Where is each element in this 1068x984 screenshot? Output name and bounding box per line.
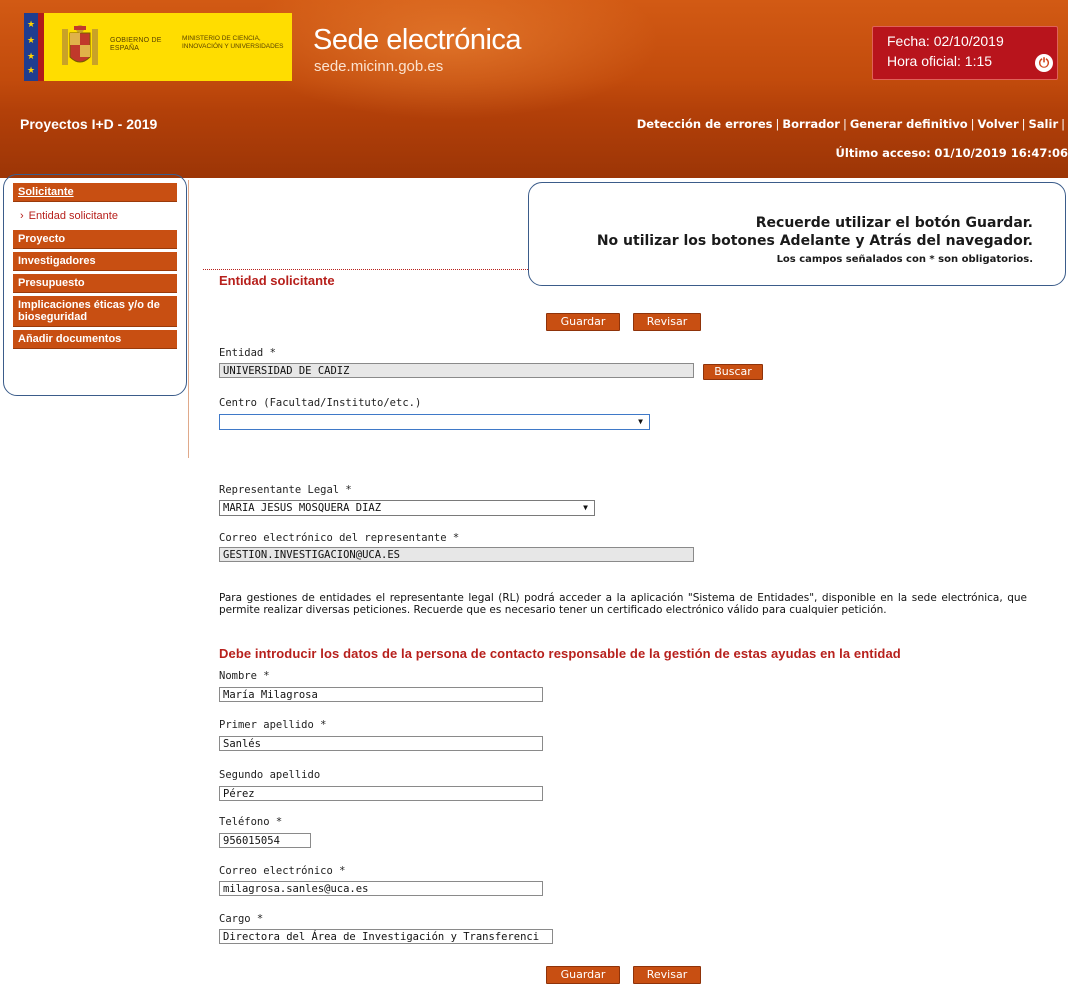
top-navigation: Detección de errores | Borrador | Generar de… bbox=[620, 117, 1068, 131]
last-access-value: 01/10/2019 16:47:06 bbox=[934, 146, 1068, 160]
telefono-label: Teléfono * bbox=[219, 816, 283, 828]
notice-required-fields: Los campos señalados con * son obligator… bbox=[776, 254, 1033, 265]
header-glow bbox=[240, 0, 660, 120]
sidebar-item-implicaciones[interactable]: Implicaciones éticas y/o de bioseguridad bbox=[13, 296, 177, 327]
correo-label: Correo electrónico * bbox=[219, 865, 346, 877]
gobierno-label: GOBIERNO DE ESPAÑA bbox=[110, 37, 162, 52]
star-icon: ★ bbox=[27, 65, 36, 75]
entidad-label: Entidad * bbox=[219, 347, 276, 359]
notice-save-reminder: Recuerde utilizar el botón Guardar. bbox=[755, 215, 1033, 231]
representante-select-value: MARIA JESUS MOSQUERA DIAZ bbox=[223, 502, 382, 514]
dropdown-arrow-icon: ▼ bbox=[583, 503, 588, 512]
nombre-label: Nombre * bbox=[219, 670, 270, 682]
save-button-bottom[interactable]: Guardar bbox=[546, 966, 620, 984]
review-button-bottom[interactable]: Revisar bbox=[633, 966, 701, 984]
entidad-field[interactable]: UNIVERSIDAD DE CADIZ bbox=[219, 363, 694, 378]
last-access: Último acceso: 01/10/2019 16:47:06 bbox=[700, 146, 1068, 160]
nombre-field[interactable]: María Milagrosa bbox=[219, 687, 543, 702]
representante-label: Representante Legal * bbox=[219, 484, 352, 496]
nav-generate-final[interactable]: Generar definitivo bbox=[850, 117, 968, 131]
primer-apellido-field[interactable]: Sanlés bbox=[219, 736, 543, 751]
power-icon[interactable]: ⏻ bbox=[1035, 54, 1053, 72]
sidebar-item-entidad-solicitante[interactable]: Entidad solicitante bbox=[13, 205, 177, 230]
info-paragraph: Para gestiones de entidades el represent… bbox=[219, 592, 1027, 616]
time-label: Hora oficial: 1:15 bbox=[887, 53, 993, 69]
correo-field[interactable]: milagrosa.sanles@uca.es bbox=[219, 881, 543, 896]
site-url: sede.micinn.gob.es bbox=[314, 58, 444, 75]
sidebar-item-documentos[interactable]: Añadir documentos bbox=[13, 330, 177, 349]
date-label: Fecha: 02/10/2019 bbox=[887, 33, 1004, 49]
sidebar-item-investigadores[interactable]: Investigadores bbox=[13, 252, 177, 271]
eu-flag-icon: ★ ★ ★ ★ bbox=[24, 13, 38, 81]
star-icon: ★ bbox=[27, 35, 36, 45]
government-logo-block: ★ ★ ★ ★ GOBIERNO DE ESPAÑA MINISTERIO DE… bbox=[24, 13, 292, 81]
sidebar-item-proyecto[interactable]: Proyecto bbox=[13, 230, 177, 249]
contact-section-title: Debe introducir los datos de la persona … bbox=[219, 646, 901, 661]
page-header: ★ ★ ★ ★ GOBIERNO DE ESPAÑA MINISTERIO DE… bbox=[0, 0, 1068, 178]
notice-box: Recuerde utilizar el botón Guardar. No u… bbox=[528, 182, 1066, 286]
nav-exit[interactable]: Salir bbox=[1029, 117, 1059, 131]
nav-separator: | bbox=[1021, 117, 1026, 131]
nav-separator: | bbox=[1061, 117, 1065, 131]
official-time-box: Fecha: 02/10/2019 Hora oficial: 1:15 ⏻ bbox=[872, 26, 1058, 80]
representante-select[interactable]: MARIA JESUS MOSQUERA DIAZ ▼ bbox=[219, 500, 595, 516]
nav-draft[interactable]: Borrador bbox=[782, 117, 840, 131]
last-access-label: Último acceso: bbox=[835, 146, 931, 160]
review-button-top[interactable]: Revisar bbox=[633, 313, 701, 331]
segundo-apellido-field[interactable]: Pérez bbox=[219, 786, 543, 801]
sidebar-item-solicitante[interactable]: Solicitante bbox=[13, 183, 177, 202]
section-title: Entidad solicitante bbox=[219, 273, 335, 288]
primer-apellido-label: Primer apellido * bbox=[219, 719, 327, 731]
nav-back[interactable]: Volver bbox=[978, 117, 1019, 131]
ministerio-label: MINISTERIO DE CIENCIA, INNOVACIÓN Y UNIV… bbox=[182, 35, 284, 50]
nav-error-detection[interactable]: Detección de errores bbox=[637, 117, 773, 131]
centro-label: Centro (Facultad/Instituto/etc.) bbox=[219, 397, 422, 409]
sidebar: Solicitante Entidad solicitante Proyecto… bbox=[13, 183, 177, 352]
notice-browser-warning: No utilizar los botones Adelante y Atrás… bbox=[596, 233, 1033, 249]
site-title: Sede electrónica bbox=[313, 24, 522, 56]
section-divider bbox=[203, 269, 528, 270]
dropdown-arrow-icon: ▼ bbox=[638, 417, 643, 426]
eu-spain-flag: ★ ★ ★ ★ bbox=[24, 13, 44, 81]
star-icon: ★ bbox=[27, 51, 36, 61]
nav-separator: | bbox=[775, 117, 780, 131]
cargo-label: Cargo * bbox=[219, 913, 264, 925]
centro-select[interactable]: ▼ bbox=[219, 414, 650, 430]
sidebar-item-presupuesto[interactable]: Presupuesto bbox=[13, 274, 177, 293]
cargo-field[interactable]: Directora del Área de Investigación y Tr… bbox=[219, 929, 553, 944]
correo-representante-label: Correo electrónico del representante * bbox=[219, 532, 460, 544]
correo-representante-field[interactable]: GESTION.INVESTIGACION@UCA.ES bbox=[219, 547, 694, 562]
nav-separator: | bbox=[842, 117, 847, 131]
sidebar-divider bbox=[188, 180, 189, 458]
coat-of-arms-icon bbox=[62, 25, 98, 65]
save-button-top[interactable]: Guardar bbox=[546, 313, 620, 331]
search-button[interactable]: Buscar bbox=[703, 364, 763, 380]
project-title: Proyectos I+D - 2019 bbox=[20, 116, 158, 132]
segundo-apellido-label: Segundo apellido bbox=[219, 769, 321, 781]
nav-separator: | bbox=[970, 117, 975, 131]
star-icon: ★ bbox=[27, 19, 36, 29]
telefono-field[interactable]: 956015054 bbox=[219, 833, 311, 848]
